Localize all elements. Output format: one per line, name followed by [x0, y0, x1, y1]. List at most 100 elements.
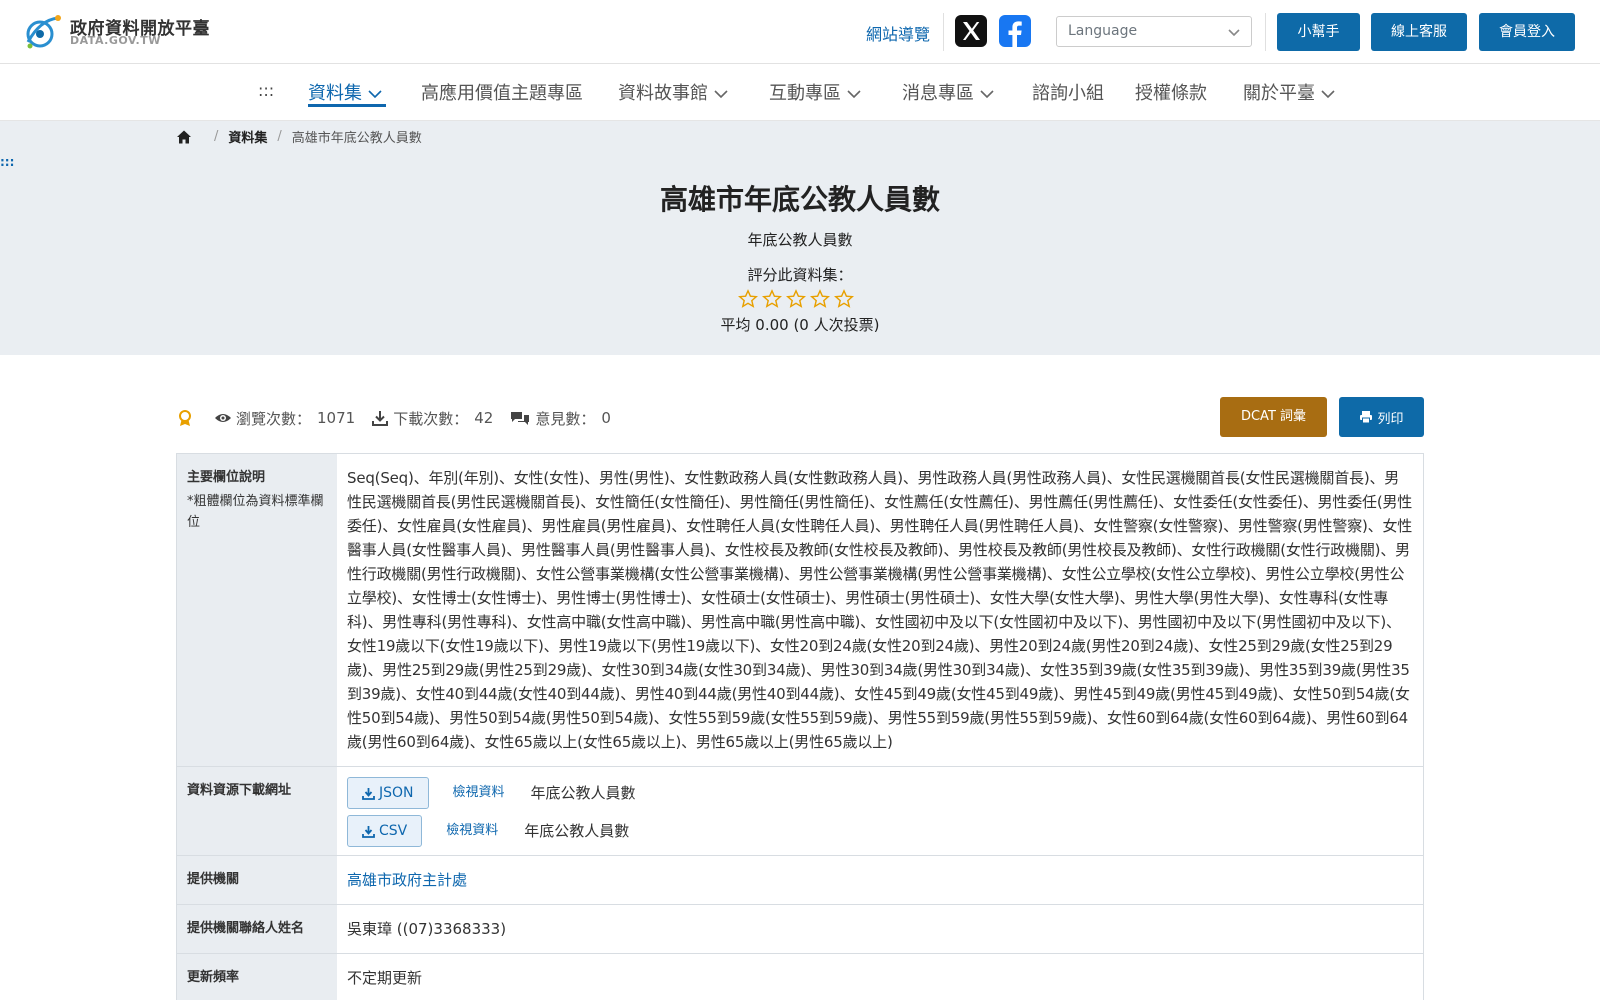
- rating-label: 評分此資料集：: [747, 266, 853, 284]
- nav-item-high-value[interactable]: 高應用價值主題專區: [421, 79, 583, 105]
- site-header: 政府資料開放平臺 DATA.GOV.TW 網站導覽 Language 小幫手 線…: [0, 0, 1600, 64]
- dataset-stats: 瀏覽次數： 1071 下載次數： 42 意見數： 0: [176, 406, 627, 430]
- breadcrumb-separator: /: [277, 129, 282, 144]
- row-value: 不定期更新: [337, 954, 1423, 1000]
- help-button[interactable]: 小幫手: [1277, 13, 1360, 51]
- row-value: Seq(Seq)、年別(年別)、女性(女性)、男性(男性)、女性數政務人員(女性…: [337, 454, 1423, 766]
- online-service-button[interactable]: 線上客服: [1371, 13, 1467, 51]
- nav-item-interactive[interactable]: 互動專區: [769, 79, 861, 105]
- breadcrumb-current: 高雄市年底公教人員數: [291, 131, 422, 146]
- nav-item-label: 高應用價值主題專區: [421, 83, 583, 104]
- table-row: 資料資源下載網址 JSON 檢視資料 年底公教人員數 CSV 檢視資料 年底公教…: [177, 767, 1423, 856]
- frequency-value: 不定期更新: [347, 969, 423, 987]
- fields-note: *粗體欄位為資料標準欄位: [187, 494, 324, 530]
- table-row: 提供機關聯絡人姓名 吳東璋 ((07)3368333): [177, 905, 1423, 954]
- view-data-link[interactable]: 檢視資料: [446, 819, 498, 843]
- agency-link[interactable]: 高雄市政府主計處: [347, 871, 467, 889]
- main-nav: ::: 資料集 高應用價值主題專區 資料故事館 互動專區 消息專區 諮詢小組 授…: [0, 64, 1600, 121]
- row-label: 更新頻率: [177, 954, 337, 1000]
- comments-label: 意見數：: [535, 409, 596, 428]
- rating-stars: [738, 289, 858, 309]
- divider: [943, 13, 944, 51]
- views-count: 1071: [317, 409, 356, 427]
- print-button[interactable]: 列印: [1339, 397, 1424, 437]
- downloads-count: 42: [474, 409, 494, 427]
- resource-item: CSV 檢視資料 年底公教人員數: [347, 815, 1413, 847]
- comments-count: 0: [601, 409, 611, 427]
- divider: [1265, 13, 1266, 51]
- nav-item-license[interactable]: 授權條款: [1135, 79, 1207, 105]
- view-data-link[interactable]: 檢視資料: [453, 781, 505, 805]
- breadcrumb-datasets[interactable]: 資料集: [228, 127, 267, 146]
- star-icon[interactable]: [762, 289, 782, 309]
- nav-item-datasets[interactable]: 資料集: [308, 79, 382, 105]
- language-select[interactable]: Language: [1056, 16, 1252, 47]
- nav-active-indicator: [308, 104, 386, 107]
- nav-item-label: 互動專區: [769, 83, 841, 104]
- row-label: 提供機關: [177, 856, 337, 904]
- resource-description: 年底公教人員數: [530, 784, 636, 802]
- download-csv-button[interactable]: CSV: [347, 815, 423, 847]
- downloads-label: 下載次數：: [393, 409, 469, 428]
- resource-format: JSON: [379, 785, 414, 801]
- table-row: 提供機關 高雄市政府主計處: [177, 856, 1423, 905]
- content-accesskey[interactable]: :::: [0, 155, 14, 169]
- row-label: 提供機關聯絡人姓名: [177, 905, 337, 953]
- nav-item-label: 資料集: [308, 83, 362, 104]
- nav-item-label: 關於平臺: [1243, 83, 1315, 104]
- row-value: 高雄市政府主計處: [337, 856, 1423, 904]
- x-twitter-icon[interactable]: [955, 15, 987, 47]
- dataset-hero: / 資料集 / 高雄市年底公教人員數 ::: 高雄市年底公教人員數 年底公教人員…: [0, 121, 1600, 355]
- breadcrumb-separator: /: [214, 129, 219, 144]
- download-icon: [372, 411, 389, 426]
- row-label: 資料資源下載網址: [177, 767, 337, 855]
- download-icon: [362, 825, 375, 838]
- nav-item-label: 諮詢小組: [1032, 83, 1104, 104]
- member-login-button[interactable]: 會員登入: [1479, 13, 1575, 51]
- views-stat: 瀏覽次數： 1071: [214, 408, 355, 429]
- row-value: 吳東璋 ((07)3368333): [337, 905, 1423, 953]
- chevron-down-icon: [714, 90, 728, 99]
- contact-value: 吳東璋 ((07)3368333): [347, 920, 507, 938]
- dataset-description: 年底公教人員數: [747, 231, 853, 249]
- award-badge: [176, 409, 198, 427]
- rating-average: 平均 0.00 (0 人次投票): [720, 316, 880, 334]
- nav-item-news[interactable]: 消息專區: [902, 79, 994, 105]
- table-row: 更新頻率 不定期更新: [177, 954, 1423, 1000]
- site-logo[interactable]: 政府資料開放平臺 DATA.GOV.TW: [22, 12, 222, 52]
- home-icon[interactable]: [176, 129, 192, 145]
- breadcrumb: / 資料集 / 高雄市年底公教人員數: [176, 127, 422, 146]
- facebook-icon[interactable]: [999, 15, 1031, 47]
- views-label: 瀏覽次數：: [236, 409, 312, 428]
- chevron-down-icon: [368, 90, 382, 99]
- eye-icon: [215, 414, 231, 422]
- nav-item-advisory[interactable]: 諮詢小組: [1032, 79, 1104, 105]
- table-row: 主要欄位說明 *粗體欄位為資料標準欄位 Seq(Seq)、年別(年別)、女性(女…: [177, 454, 1423, 767]
- star-icon[interactable]: [834, 289, 854, 309]
- resource-item: JSON 檢視資料 年底公教人員數: [347, 777, 1413, 809]
- download-json-button[interactable]: JSON: [347, 777, 429, 809]
- chevron-down-icon: [1321, 90, 1335, 99]
- logo-subtitle: DATA.GOV.TW: [70, 34, 161, 47]
- printer-icon: [1360, 411, 1373, 424]
- star-icon[interactable]: [810, 289, 830, 309]
- award-icon: [179, 410, 191, 426]
- nav-item-data-stories[interactable]: 資料故事館: [618, 79, 728, 105]
- star-icon[interactable]: [738, 289, 758, 309]
- nav-item-about[interactable]: 關於平臺: [1243, 79, 1335, 105]
- print-label: 列印: [1377, 411, 1404, 427]
- nav-accesskey[interactable]: :::: [258, 81, 274, 107]
- row-label: 主要欄位說明 *粗體欄位為資料標準欄位: [177, 454, 337, 766]
- chevron-down-icon: [847, 90, 861, 99]
- resource-description: 年底公教人員數: [524, 822, 630, 840]
- chevron-down-icon: [1228, 29, 1240, 37]
- star-icon[interactable]: [786, 289, 806, 309]
- nav-item-label: 資料故事館: [618, 83, 708, 104]
- logo-mark-icon: [26, 15, 61, 49]
- dataset-info-table: 主要欄位說明 *粗體欄位為資料標準欄位 Seq(Seq)、年別(年別)、女性(女…: [176, 453, 1424, 1000]
- comments-stat: 意見數： 0: [509, 408, 611, 429]
- dcat-vocabulary-button[interactable]: DCAT 詞彙: [1220, 397, 1327, 437]
- download-icon: [362, 787, 375, 800]
- fields-label: 主要欄位說明: [187, 470, 266, 485]
- sitemap-link[interactable]: 網站導覽: [866, 21, 930, 45]
